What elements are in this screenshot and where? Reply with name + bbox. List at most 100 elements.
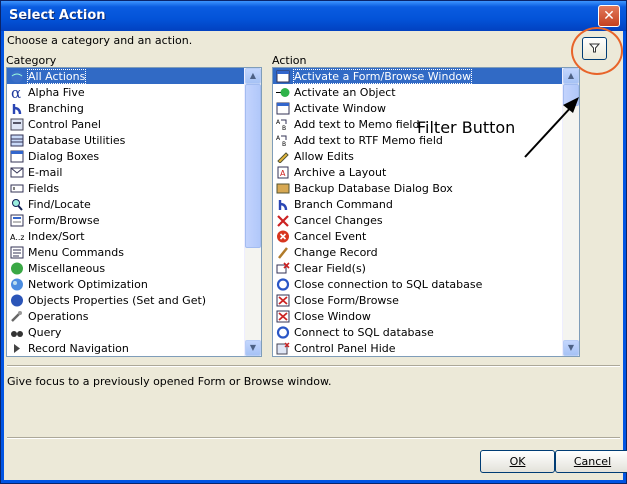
object-icon [276, 86, 290, 99]
category-list-item[interactable]: Database Utilities [7, 132, 244, 148]
category-list-item[interactable]: Find/Locate [7, 196, 244, 212]
alpha-icon: α [10, 84, 24, 102]
cancel-event-icon [276, 230, 290, 243]
svg-text:A: A [280, 169, 286, 178]
category-list-item[interactable]: Query [7, 324, 244, 340]
category-item-label: Find/Locate [28, 197, 91, 211]
category-item-label: Index/Sort [28, 229, 85, 243]
action-list-item[interactable]: Close Form/Browse [273, 292, 562, 308]
query-icon [10, 326, 24, 339]
category-list-item[interactable]: Objects Properties (Set and Get) [7, 292, 244, 308]
category-list-item[interactable]: Form/Browse [7, 212, 244, 228]
action-item-label: Branch Command [294, 197, 393, 211]
action-item-label: Allow Edits [294, 149, 354, 163]
find-icon [10, 198, 24, 211]
category-scrollbar[interactable]: ▲ ▼ [244, 68, 261, 356]
category-list-item[interactable]: All Actions [7, 68, 244, 84]
action-list-item[interactable]: Close Window [273, 308, 562, 324]
scroll-up-icon[interactable]: ▲ [563, 68, 579, 84]
category-item-label: Database Utilities [28, 133, 126, 147]
cancel-button[interactable]: Cancel [555, 450, 627, 473]
action-list-item[interactable]: Activate a Form/Browse Window [273, 68, 562, 84]
category-list[interactable]: All Actions α Alpha Five Branching Control P… [6, 67, 262, 357]
category-item-label: Operations [28, 309, 89, 323]
category-item-label: Record Navigation [28, 341, 129, 355]
action-item-label: Activate an Object [294, 85, 396, 99]
action-item-label: Activate Window [294, 101, 386, 115]
category-list-item[interactable]: E-mail [7, 164, 244, 180]
category-list-item[interactable]: A..z Index/Sort [7, 228, 244, 244]
category-list-item[interactable]: Branching [7, 100, 244, 116]
category-item-label: Menu Commands [28, 245, 124, 259]
action-list-item[interactable]: Cancel Changes [273, 212, 562, 228]
close-window-icon [276, 310, 290, 323]
globe-icon [10, 70, 24, 83]
clear-field-icon [276, 261, 290, 275]
action-list-item[interactable]: Branch Command [273, 196, 562, 212]
action-item-label: Cancel Event [294, 229, 367, 243]
category-list-item[interactable]: Menu Commands [7, 244, 244, 260]
category-list-item[interactable]: Dialog Boxes [7, 148, 244, 164]
navigation-icon [10, 342, 24, 355]
edit-icon [276, 150, 290, 164]
scroll-up-icon[interactable]: ▲ [245, 68, 261, 84]
index-sort-icon: A..z [10, 230, 25, 243]
category-list-item[interactable]: Control Panel [7, 116, 244, 132]
window-icon [276, 102, 290, 115]
form-window-icon [276, 70, 290, 83]
database-icon [10, 134, 24, 147]
category-list-item[interactable]: Miscellaneous [7, 260, 244, 276]
title-bar[interactable]: Select Action ✕ [1, 1, 626, 31]
action-list-item[interactable]: A Archive a Layout [273, 164, 562, 180]
branch-icon [10, 102, 24, 115]
action-list-item[interactable]: Change Record [273, 244, 562, 260]
select-action-dialog: Select Action ✕ Choose a category and an… [0, 0, 627, 484]
action-list-item[interactable]: Backup Database Dialog Box [273, 180, 562, 196]
category-item-label: E-mail [28, 165, 63, 179]
category-list-item[interactable]: Fields [7, 180, 244, 196]
close-form-icon [276, 294, 290, 307]
close-button[interactable]: ✕ [598, 5, 620, 27]
action-label: Action [272, 54, 307, 67]
control-panel-icon [10, 118, 24, 131]
action-list-item[interactable]: Cancel Event [273, 228, 562, 244]
category-item-label: Alpha Five [28, 85, 85, 99]
category-list-item[interactable]: Operations [7, 308, 244, 324]
category-list-item[interactable]: Network Optimization [7, 276, 244, 292]
archive-icon: A [276, 166, 290, 179]
svg-text:A: A [276, 135, 281, 142]
category-item-label: Dialog Boxes [28, 149, 100, 163]
action-description: Give focus to a previously opened Form o… [7, 375, 332, 388]
scroll-down-icon[interactable]: ▼ [245, 340, 261, 356]
action-item-label: Clear Field(s) [294, 261, 366, 275]
ok-button[interactable]: OK [480, 450, 555, 473]
separator [7, 365, 620, 367]
action-item-label: Change Record [294, 245, 378, 259]
action-item-label: Close connection to SQL database [294, 277, 483, 291]
scroll-thumb[interactable] [245, 84, 261, 248]
action-list-item[interactable]: Clear Field(s) [273, 260, 562, 276]
category-item-label: Control Panel [28, 117, 101, 131]
category-list-item[interactable]: α Alpha Five [7, 84, 244, 102]
svg-text:B: B [282, 125, 286, 131]
category-list-item[interactable]: Record Navigation [7, 340, 244, 356]
action-list-item[interactable]: Control Panel Hide [273, 340, 562, 356]
annotation-circle [571, 27, 623, 75]
action-item-label: Control Panel Hide [294, 341, 396, 355]
branch-icon [276, 198, 290, 211]
action-list-item[interactable]: Connect to SQL database [273, 324, 562, 340]
action-item-label: Close Form/Browse [294, 293, 399, 307]
field-icon [10, 182, 24, 195]
scroll-down-icon[interactable]: ▼ [563, 340, 579, 356]
category-item-label: Query [28, 325, 62, 339]
category-items: All Actions α Alpha Five Branching Control P… [7, 68, 244, 356]
form-icon [10, 214, 24, 227]
menu-icon [10, 246, 24, 259]
sql-close-icon [276, 277, 290, 291]
misc-icon [10, 262, 24, 275]
dialog-icon [10, 150, 24, 163]
action-list-item[interactable]: Close connection to SQL database [273, 276, 562, 292]
close-icon: ✕ [603, 8, 615, 24]
rtf-memo-icon: AB [276, 134, 290, 148]
control-panel-hide-icon [276, 342, 290, 355]
